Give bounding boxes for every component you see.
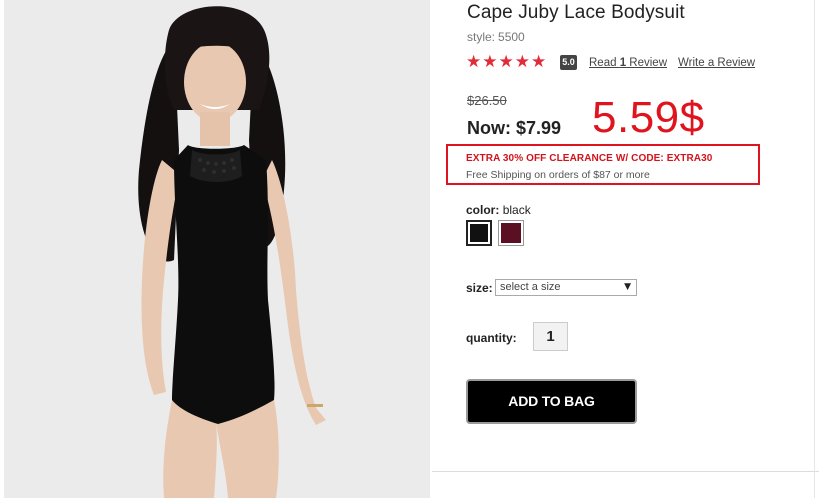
read-reviews-suffix: Review	[626, 57, 667, 69]
product-title: Cape Juby Lace Bodysuit	[467, 2, 685, 23]
now-label: Now:	[467, 118, 511, 138]
product-image[interactable]	[4, 0, 430, 498]
style-value: 5500	[498, 30, 525, 44]
now-price-value: $7.99	[516, 118, 562, 138]
rating-stars: ★ ★ ★ ★ ★	[466, 54, 547, 71]
sale-price: Now: $7.99	[467, 118, 561, 139]
star-icon: ★	[514, 52, 530, 72]
swatch-black[interactable]	[466, 220, 492, 246]
style-label: style:	[467, 30, 496, 44]
size-label: size:	[466, 281, 493, 295]
swatch-burgundy[interactable]	[498, 220, 524, 246]
color-label-text: color:	[466, 203, 500, 217]
read-reviews-link[interactable]: Read 1 Review	[589, 57, 667, 69]
dropdown-caret-icon: ▼	[624, 282, 631, 292]
size-select[interactable]: select a size ▼	[495, 279, 637, 296]
style-number: style: 5500	[467, 30, 525, 44]
swatch-burgundy-fill	[501, 223, 521, 243]
model-photo	[4, 0, 430, 498]
swatch-black-fill	[470, 224, 488, 242]
scrollbar-edge	[814, 0, 815, 498]
quantity-input[interactable]: 1	[533, 322, 568, 351]
shipping-text: Free Shipping on orders of $87 or more	[466, 169, 650, 181]
read-reviews-prefix: Read	[589, 57, 620, 69]
price-annotation: 5.59$	[592, 93, 705, 142]
promo-code-text: EXTRA 30% OFF CLEARANCE W/ CODE: EXTRA30	[466, 153, 713, 164]
star-icon: ★	[498, 52, 514, 72]
size-select-value: select a size	[500, 281, 561, 293]
quantity-label: quantity:	[466, 331, 517, 345]
star-icon: ★	[531, 52, 547, 72]
color-value: black	[502, 203, 531, 217]
color-label: color: black	[466, 203, 531, 217]
star-icon: ★	[482, 52, 498, 72]
add-to-bag-button[interactable]: ADD TO BAG	[466, 379, 637, 424]
original-price: $26.50	[467, 93, 507, 108]
write-review-link[interactable]: Write a Review	[678, 57, 755, 69]
rating-badge: 5.0	[560, 55, 577, 70]
divider	[432, 471, 819, 472]
star-icon: ★	[466, 52, 482, 72]
